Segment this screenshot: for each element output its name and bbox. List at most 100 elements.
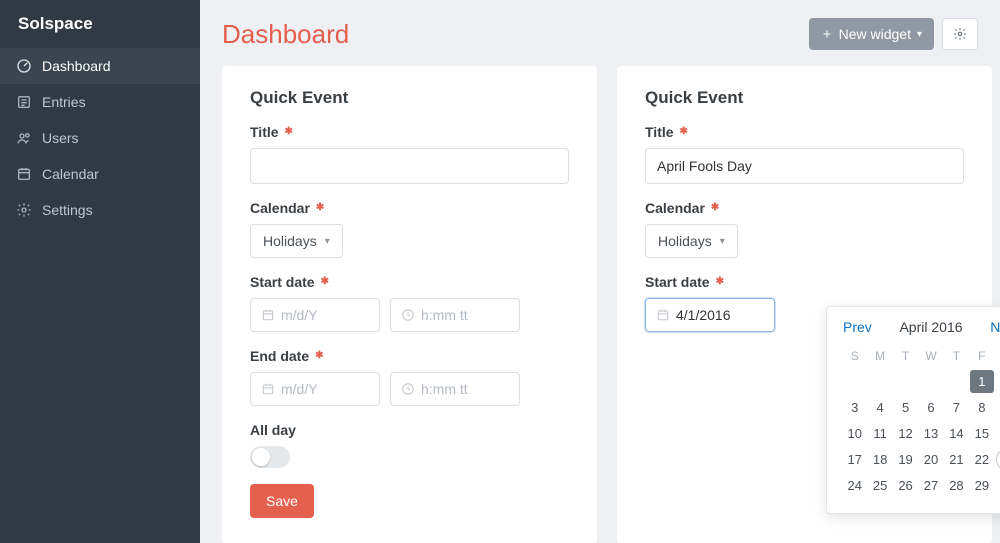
calendar-label-row: Calendar ✱ [645,200,964,216]
start-date-value: 4/1/2016 [676,307,731,323]
datepicker-dow: M [868,345,891,367]
datepicker-next[interactable]: Next [990,319,1000,335]
sidebar-item-settings[interactable]: Settings [0,192,200,228]
calendar-select-value: Holidays [658,233,712,249]
chevron-down-icon: ▾ [917,29,922,40]
datepicker-day[interactable]: 4 [868,396,891,419]
datepicker-day[interactable]: 7 [945,396,968,419]
datepicker-day[interactable]: 12 [894,422,917,445]
calendar-icon [261,308,275,322]
sidebar-item-users[interactable]: Users [0,120,200,156]
quick-event-card-left: Quick Event Title ✱ Calendar ✱ Holidays [222,66,597,543]
title-label: Title [645,124,674,140]
sidebar-item-label: Entries [42,94,86,110]
save-label: Save [266,493,298,509]
card-heading: Quick Event [645,88,964,108]
datepicker-day[interactable]: 10 [843,422,866,445]
datepicker-day[interactable]: 14 [945,422,968,445]
title-label: Title [250,124,279,140]
datepicker-dow: F [970,345,993,367]
datepicker-popup: Prev April 2016 Next SMTWTFS123456789101… [826,306,1000,514]
datepicker-day[interactable]: 8 [970,396,993,419]
start-time-input[interactable]: h:mm tt [390,298,520,332]
datepicker-day[interactable]: 29 [970,474,993,497]
calendar-select[interactable]: Holidays ▾ [250,224,343,258]
start-date-input[interactable]: m/d/Y [250,298,380,332]
datepicker-day[interactable]: 27 [919,474,942,497]
required-indicator: ✱ [680,127,688,137]
start-date-label: Start date [645,274,710,290]
title-input[interactable] [645,148,964,184]
datepicker-dow: T [894,345,917,367]
chevron-down-icon: ▾ [720,236,725,247]
datepicker-day[interactable]: 2 [996,370,1000,393]
end-date-input[interactable]: m/d/Y [250,372,380,406]
datepicker-day[interactable]: 11 [868,422,891,445]
datepicker-day[interactable]: 3 [843,396,866,419]
datepicker-day[interactable]: 22 [970,448,993,471]
header-actions: New widget ▾ [809,18,978,50]
end-time-value: h:mm tt [421,381,468,397]
datepicker-day[interactable]: 6 [919,396,942,419]
datepicker-dow: S [996,345,1000,367]
title-input[interactable] [250,148,569,184]
main-content: Dashboard New widget ▾ Quick Event Title [200,0,1000,543]
sidebar-item-entries[interactable]: Entries [0,84,200,120]
datepicker-day[interactable]: 13 [919,422,942,445]
gauge-icon [16,58,32,74]
datepicker-month-label: April 2016 [899,319,962,335]
datepicker-day[interactable]: 5 [894,396,917,419]
end-date-value: m/d/Y [281,381,318,397]
datepicker-day[interactable]: 18 [868,448,891,471]
end-time-input[interactable]: h:mm tt [390,372,520,406]
datepicker-day[interactable]: 17 [843,448,866,471]
toggle-knob [252,448,270,466]
start-label-row: Start date ✱ [645,274,964,290]
end-date-label: End date [250,348,309,364]
datepicker-day[interactable]: 15 [970,422,993,445]
start-date-value: m/d/Y [281,307,318,323]
datepicker-day[interactable]: 28 [945,474,968,497]
start-date-input[interactable]: 4/1/2016 [645,298,775,332]
required-indicator: ✱ [316,203,324,213]
datepicker-day[interactable]: 19 [894,448,917,471]
datepicker-day[interactable]: 26 [894,474,917,497]
allday-toggle[interactable] [250,446,290,468]
sidebar-item-label: Settings [42,202,93,218]
datepicker-day[interactable]: 1 [970,370,993,393]
calendar-icon [656,308,670,322]
calendar-icon [16,166,32,182]
calendar-label: Calendar [250,200,310,216]
datepicker-day[interactable]: 24 [843,474,866,497]
datepicker-prev[interactable]: Prev [843,319,872,335]
settings-button[interactable] [942,18,978,50]
required-indicator: ✱ [321,277,329,287]
calendar-label: Calendar [645,200,705,216]
new-widget-label: New widget [839,26,911,42]
chevron-down-icon: ▾ [325,236,330,247]
sidebar: Solspace Dashboard Entries Users Calenda… [0,0,200,543]
end-label-row: End date ✱ [250,348,569,364]
required-indicator: ✱ [711,203,719,213]
datepicker-day[interactable]: 16 [996,422,1000,445]
datepicker-dow: S [843,345,866,367]
start-label-row: Start date ✱ [250,274,569,290]
gear-icon [16,202,32,218]
sidebar-item-label: Users [42,130,79,146]
datepicker-day[interactable]: 30 [996,474,1000,497]
sidebar-item-calendar[interactable]: Calendar [0,156,200,192]
calendar-icon [261,382,275,396]
card-heading: Quick Event [250,88,569,108]
sidebar-item-label: Dashboard [42,58,111,74]
datepicker-day[interactable]: 23 [996,448,1000,471]
datepicker-dow: W [919,345,942,367]
entries-icon [16,94,32,110]
new-widget-button[interactable]: New widget ▾ [809,18,934,50]
datepicker-day[interactable]: 21 [945,448,968,471]
calendar-select[interactable]: Holidays ▾ [645,224,738,258]
save-button[interactable]: Save [250,484,314,518]
datepicker-day[interactable]: 25 [868,474,891,497]
datepicker-day[interactable]: 9 [996,396,1000,419]
sidebar-item-dashboard[interactable]: Dashboard [0,48,200,84]
datepicker-day[interactable]: 20 [919,448,942,471]
